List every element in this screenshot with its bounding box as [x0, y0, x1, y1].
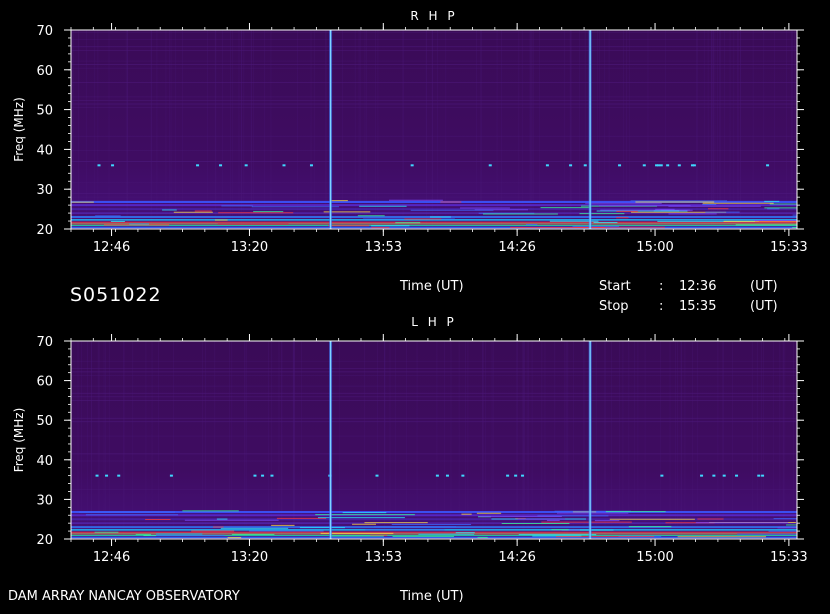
feature-dot	[657, 164, 661, 167]
start-time: 12:36	[679, 279, 717, 294]
panel-title: R H P	[410, 9, 457, 23]
time-axis-label-bottom: Time (UT)	[400, 589, 464, 604]
feature-dot	[735, 474, 739, 477]
observation-id: S051022	[70, 284, 162, 306]
x-tick-label: 15:00	[636, 550, 673, 565]
feature-dot	[435, 474, 439, 477]
time-axis-label-middle: Time (UT)	[400, 279, 464, 294]
feature-dot	[677, 164, 681, 167]
y-axis-title: Freq (MHz)	[12, 408, 26, 473]
spectrogram-panel-rhp: 12:46 13:20 13:53 14:26 15:00 15:33 20 30 40 50 60…	[12, 9, 808, 255]
feature-dot	[270, 474, 274, 477]
feature-dot	[261, 474, 265, 477]
x-tick-label: 12:46	[93, 240, 130, 255]
feature-dot	[618, 164, 622, 167]
y-tick-label: 70	[36, 335, 53, 350]
y-tick-label: 40	[36, 143, 53, 158]
x-tick-label: 15:33	[770, 240, 807, 255]
y-tick-label: 50	[36, 414, 53, 429]
y-tick-label: 50	[36, 104, 53, 119]
y-tick-label: 70	[36, 24, 53, 39]
y-tick-label: 30	[36, 183, 53, 198]
feature-dot	[545, 164, 549, 167]
stop-colon: :	[659, 299, 664, 314]
stop-time: 15:35	[679, 299, 717, 314]
y-tick-label: 60	[36, 375, 53, 390]
start-label: Start	[599, 279, 631, 294]
feature-dot	[569, 164, 573, 167]
feature-dot	[253, 474, 257, 477]
feature-dot	[461, 474, 465, 477]
x-tick-label: 13:53	[365, 550, 402, 565]
feature-dot	[219, 164, 223, 167]
x-tick-label: 15:33	[770, 550, 807, 565]
feature-dot	[169, 474, 173, 477]
feature-dot	[766, 164, 770, 167]
x-tick-label: 13:53	[365, 240, 402, 255]
spectrogram-figure: 12:46 13:20 13:53 14:26 15:00 15:33 20 30 40 50 60…	[0, 0, 830, 610]
x-tick-label: 14:26	[498, 240, 535, 255]
instrument-credit: DAM ARRAY NANCAY OBSERVATORY	[8, 589, 240, 604]
panel-title: L H P	[411, 315, 457, 329]
feature-dot	[722, 474, 726, 477]
feature-dot	[105, 474, 109, 477]
feature-dot	[111, 164, 115, 167]
feature-dot	[660, 474, 664, 477]
y-tick-label: 20	[36, 533, 53, 548]
feature-dot	[117, 474, 121, 477]
y-tick-label: 30	[36, 493, 53, 508]
feature-dot	[488, 164, 492, 167]
feature-dot	[761, 474, 765, 477]
feature-dot	[95, 474, 99, 477]
spectrogram-background	[71, 341, 797, 539]
x-tick-label: 12:46	[93, 550, 130, 565]
x-tick-label: 15:00	[636, 240, 673, 255]
spectrogram-background	[71, 30, 797, 229]
feature-dot	[506, 474, 510, 477]
feature-dot	[690, 164, 694, 167]
y-axis-title: Freq (MHz)	[12, 97, 26, 162]
feature-dot	[712, 474, 716, 477]
feature-dot	[757, 474, 761, 477]
feature-dot	[583, 164, 587, 167]
feature-dot	[514, 474, 518, 477]
x-tick-label: 14:26	[498, 550, 535, 565]
feature-dot	[196, 164, 200, 167]
feature-dot	[642, 164, 646, 167]
stop-label: Stop	[599, 299, 629, 314]
feature-dot	[375, 474, 379, 477]
y-tick-label: 60	[36, 64, 53, 79]
feature-dot	[666, 164, 670, 167]
spectrogram-panel-lhp: 12:46 13:20 13:53 14:26 15:00 15:33 20 30 40 50 60…	[12, 315, 808, 565]
feature-dot	[282, 164, 286, 167]
y-tick-label: 40	[36, 454, 53, 469]
feature-dot	[244, 164, 248, 167]
start-colon: :	[659, 279, 664, 294]
x-tick-label: 13:20	[231, 550, 268, 565]
y-tick-label: 20	[36, 223, 53, 238]
start-ut: (UT)	[750, 279, 778, 294]
feature-dot	[445, 474, 449, 477]
feature-dot	[410, 164, 414, 167]
x-tick-label: 13:20	[231, 240, 268, 255]
stop-ut: (UT)	[750, 299, 778, 314]
feature-dot	[659, 164, 663, 167]
feature-dot	[309, 164, 313, 167]
feature-dot	[521, 474, 525, 477]
feature-dot	[97, 164, 101, 167]
feature-dot	[700, 474, 704, 477]
